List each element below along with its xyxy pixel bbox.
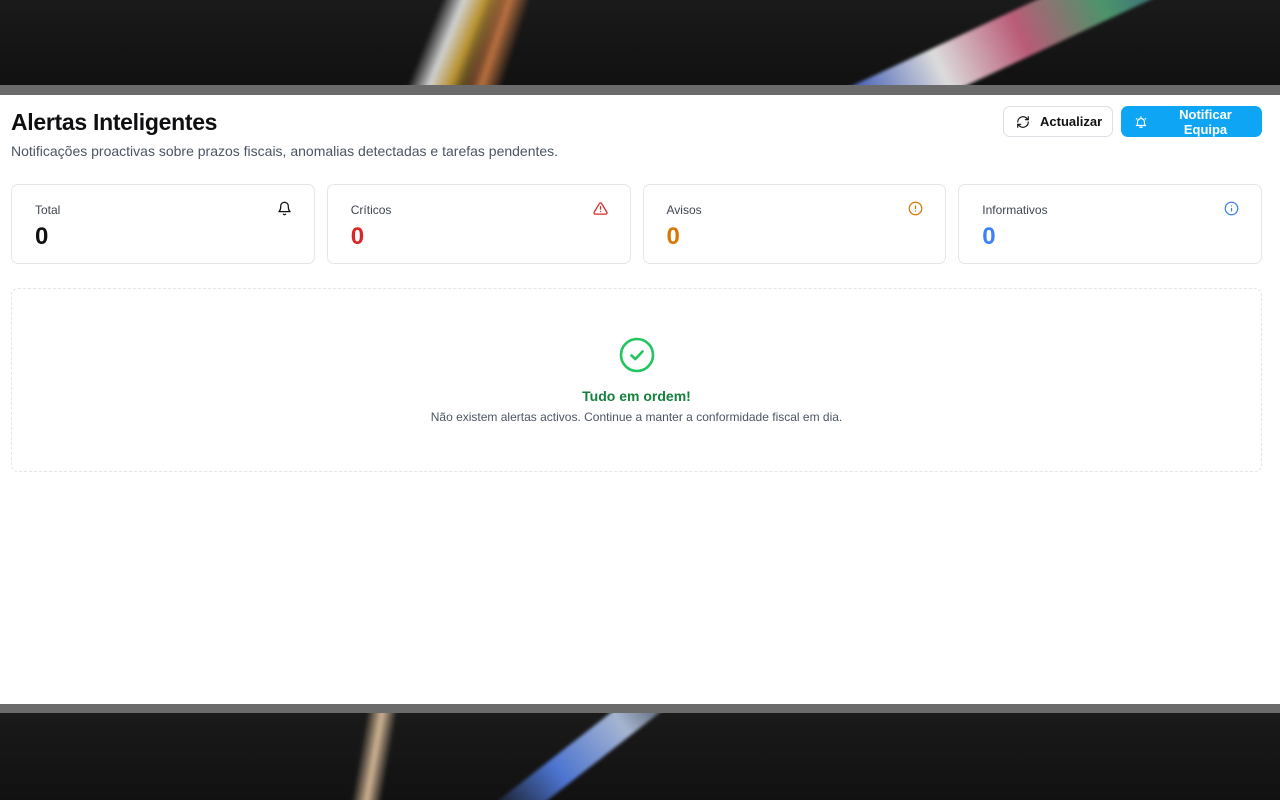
stat-card-info: Informativos 0 xyxy=(958,184,1262,264)
check-circle-icon xyxy=(619,337,655,373)
page-subtitle: Notificações proactivas sobre prazos fis… xyxy=(11,143,559,159)
empty-state-description: Não existem alertas activos. Continue a … xyxy=(430,410,843,424)
page-header: Alertas Inteligentes Notificações proact… xyxy=(11,106,1262,167)
notify-team-button[interactable]: Notificar Equipa xyxy=(1121,106,1262,137)
background-bottom xyxy=(0,713,1280,800)
stat-card-total: Total 0 xyxy=(11,184,315,264)
stat-value: 0 xyxy=(666,223,680,250)
stat-value: 0 xyxy=(982,223,996,250)
empty-state-title: Tudo em ordem! xyxy=(582,388,691,404)
stat-label: Total xyxy=(35,203,61,217)
main-panel: Alertas Inteligentes Notificações proact… xyxy=(0,95,1280,704)
stat-card-critical: Críticos 0 xyxy=(326,184,631,264)
divider-band-top xyxy=(0,85,1280,95)
notify-team-button-label: Notificar Equipa xyxy=(1179,106,1232,137)
header-actions: Actualizar Notificar Equipa xyxy=(1003,106,1262,137)
stat-label: Informativos xyxy=(982,203,1048,217)
page-title: Alertas Inteligentes xyxy=(11,109,218,135)
alert-triangle-icon xyxy=(592,202,608,215)
refresh-button-label: Actualizar xyxy=(1040,114,1103,129)
alarm-bell-icon xyxy=(1135,115,1147,128)
stat-value: 0 xyxy=(35,223,49,250)
stat-label: Avisos xyxy=(666,203,702,217)
stats-row: Total 0 Críticos 0 Avisos 0 Informativos… xyxy=(11,184,1262,264)
bell-icon xyxy=(278,201,291,216)
background-top xyxy=(0,0,1280,86)
stat-label: Críticos xyxy=(350,203,392,217)
info-icon xyxy=(1224,201,1239,216)
refresh-button[interactable]: Actualizar xyxy=(1003,106,1113,137)
alert-circle-icon xyxy=(908,201,923,216)
stat-value: 0 xyxy=(350,223,365,250)
stat-card-warnings: Avisos 0 xyxy=(642,184,947,264)
refresh-icon xyxy=(1017,115,1029,128)
empty-state: Tudo em ordem! Não existem alertas activ… xyxy=(11,288,1262,472)
